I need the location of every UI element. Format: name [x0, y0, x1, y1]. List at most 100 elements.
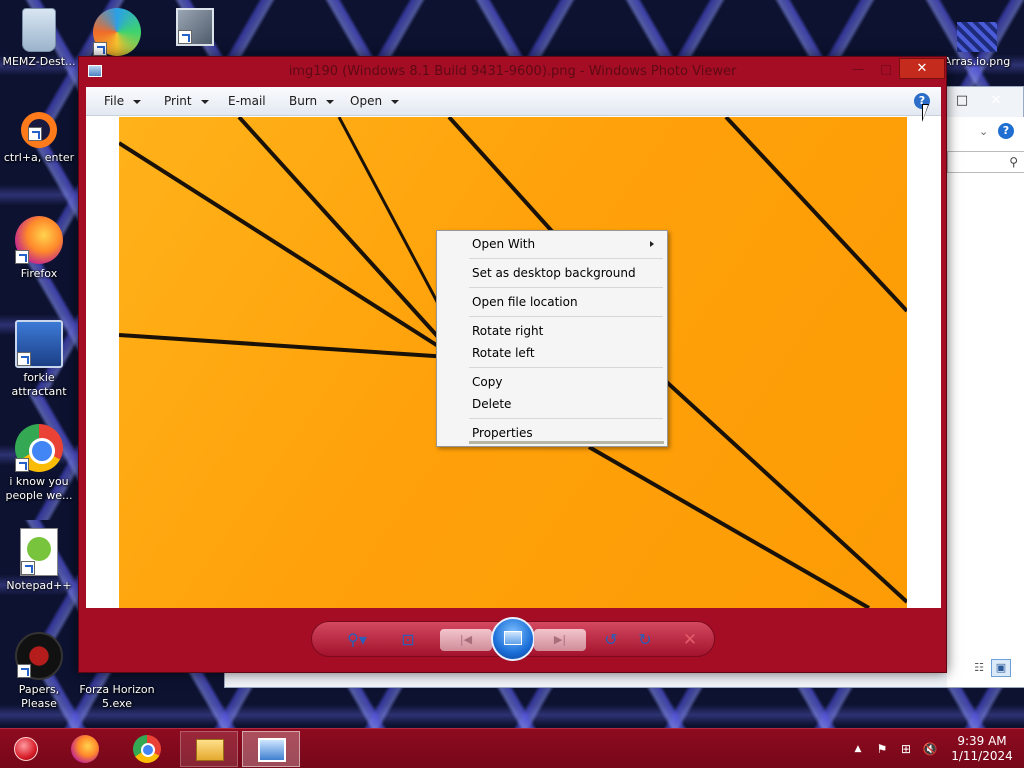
- taskbar: ▲ ⚑ ⊞ 🔇 9:39 AM 1/11/2024: [0, 728, 1024, 768]
- shortcut-arrow-icon: [15, 250, 29, 264]
- chrome-icon: [133, 735, 161, 763]
- zoom-button[interactable]: ⚲▾: [340, 628, 374, 652]
- menu-file[interactable]: File: [104, 87, 142, 116]
- context-menu-open-file-location[interactable]: Open file location: [439, 291, 665, 313]
- dropdown-caret-icon: [133, 99, 142, 104]
- menu-email[interactable]: E-mail: [228, 87, 266, 116]
- context-menu-label: Rotate right: [472, 324, 544, 338]
- shortcut-arrow-icon: [93, 42, 107, 56]
- network-icon[interactable]: ⊞: [898, 741, 914, 757]
- slideshow-button[interactable]: [491, 617, 535, 661]
- mouse-cursor-icon: [922, 104, 929, 122]
- desktop-icon-label: Notepad++: [6, 579, 72, 592]
- taskbar-chrome[interactable]: [118, 731, 176, 767]
- show-hidden-icons-icon[interactable]: ▲: [850, 741, 866, 757]
- desktop-icon-ctrl-a-enter[interactable]: ctrl+a, enter: [0, 112, 78, 165]
- context-menu-label: Properties: [472, 426, 533, 440]
- desktop-icon-stack[interactable]: [156, 8, 234, 49]
- search-icon: ⚲: [1009, 155, 1018, 169]
- title-bar[interactable]: img190 (Windows 8.1 Build 9431-9600).png…: [79, 57, 946, 87]
- shortcut-arrow-icon: [21, 561, 35, 575]
- context-menu-rotate-left[interactable]: Rotate left: [439, 342, 665, 364]
- shortcut-arrow-icon: [17, 664, 31, 678]
- desktop-icon-papers-please[interactable]: Papers, Please: [0, 632, 78, 711]
- explorer-help-icon[interactable]: ?: [998, 123, 1014, 139]
- rotate-right-button[interactable]: ↻: [634, 628, 656, 652]
- explorer-maximize-button[interactable]: □: [947, 91, 977, 111]
- context-menu-rotate-right[interactable]: Rotate right: [439, 320, 665, 342]
- details-view-icon[interactable]: ☷: [971, 661, 987, 675]
- start-orb-icon: [14, 737, 38, 761]
- desktop-icon-notepad-plus-plus[interactable]: Notepad++: [0, 528, 78, 593]
- context-menu-copy[interactable]: Copy: [439, 371, 665, 393]
- chevron-down-icon[interactable]: ⌄: [979, 125, 988, 138]
- delete-button[interactable]: ✕: [678, 628, 702, 652]
- desktop-icon-label: Papers, Please: [18, 683, 60, 710]
- desktop-icon-label: forkie attractant: [11, 371, 67, 398]
- large-icons-view-icon[interactable]: ▣: [991, 659, 1011, 677]
- menu-email-label: E-mail: [228, 94, 266, 108]
- dropdown-caret-icon: [391, 99, 400, 104]
- next-button[interactable]: ▶|: [534, 629, 586, 651]
- context-menu-label: Rotate left: [472, 346, 535, 360]
- menu-separator: [439, 313, 665, 320]
- desktop-icon-label: i know you people we...: [5, 475, 73, 502]
- submenu-arrow-icon: [650, 241, 654, 247]
- explorer-close-button[interactable]: ✕: [981, 91, 1011, 111]
- minimize-button[interactable]: —: [845, 60, 871, 80]
- chrome-icon: [15, 424, 63, 472]
- menu-print-label: Print: [164, 94, 192, 108]
- dropdown-caret-icon: [200, 99, 209, 104]
- desktop-icon-edge[interactable]: [78, 8, 156, 59]
- playback-controls: ⚲▾ ⊡ |◀ ▶| ↺ ↻ ✕: [311, 617, 715, 661]
- context-menu: Open With Set as desktop background Open…: [436, 230, 668, 447]
- recycle-bin-icon: [22, 8, 56, 52]
- dropdown-caret-icon: [326, 99, 335, 104]
- settings-computer-icon: [15, 320, 63, 368]
- shortcut-arrow-icon: [28, 127, 42, 141]
- command-bar: File Print E-mail Burn Open ?: [86, 87, 941, 116]
- desktop-icon-arras-io[interactable]: Arras.io.png: [938, 22, 1016, 69]
- folder-icon: [196, 739, 224, 761]
- desktop-icon-forza-horizon[interactable]: Forza Horizon 5.exe: [78, 683, 156, 711]
- context-menu-delete[interactable]: Delete: [439, 393, 665, 415]
- orange-ring-icon: [21, 112, 57, 148]
- taskbar-photo-viewer[interactable]: [242, 731, 300, 767]
- desktop-icon-memz[interactable]: MEMZ-Dest...: [0, 8, 78, 69]
- start-button[interactable]: [6, 733, 46, 765]
- desktop-icon-forkie[interactable]: forkie attractant: [0, 320, 78, 399]
- system-clock[interactable]: 9:39 AM 1/11/2024: [950, 734, 1014, 764]
- firefox-icon: [71, 735, 99, 763]
- menu-file-label: File: [104, 94, 125, 108]
- menu-separator: [439, 284, 665, 291]
- context-menu-label: Open With: [472, 237, 536, 251]
- clock-time: 9:39 AM: [957, 734, 1007, 748]
- papers-please-icon: [15, 632, 63, 680]
- close-button[interactable]: ✕: [899, 58, 945, 79]
- menu-separator: [439, 255, 665, 262]
- action-center-flag-icon[interactable]: ⚑: [874, 741, 890, 757]
- photo-viewer-app-icon: [88, 65, 102, 77]
- desktop-icon-label: Arras.io.png: [943, 55, 1011, 68]
- desktop-icon-firefox[interactable]: Firefox: [0, 216, 78, 281]
- context-menu-label: Open file location: [472, 295, 578, 309]
- desktop-icon-label: ctrl+a, enter: [3, 151, 75, 164]
- context-menu-open-with[interactable]: Open With: [439, 233, 665, 255]
- rotate-left-button[interactable]: ↺: [600, 628, 622, 652]
- taskbar-file-explorer[interactable]: [180, 731, 238, 767]
- menu-open[interactable]: Open: [350, 87, 400, 116]
- menu-burn[interactable]: Burn: [289, 87, 335, 116]
- maximize-button[interactable]: □: [873, 60, 899, 80]
- clock-date: 1/11/2024: [951, 749, 1013, 763]
- explorer-search-box[interactable]: ⚲: [947, 151, 1024, 173]
- menu-burn-label: Burn: [289, 94, 318, 108]
- volume-muted-icon[interactable]: 🔇: [922, 741, 938, 757]
- taskbar-firefox[interactable]: [56, 731, 114, 767]
- menu-print[interactable]: Print: [164, 87, 209, 116]
- window-title: img190 (Windows 8.1 Build 9431-9600).png…: [288, 64, 737, 79]
- context-menu-set-desktop-background[interactable]: Set as desktop background: [439, 262, 665, 284]
- desktop-icon-chrome[interactable]: i know you people we...: [0, 424, 78, 503]
- previous-button[interactable]: |◀: [440, 629, 492, 651]
- desktop-icon-label: Forza Horizon 5.exe: [79, 683, 155, 710]
- actual-size-button[interactable]: ⊡: [396, 628, 420, 652]
